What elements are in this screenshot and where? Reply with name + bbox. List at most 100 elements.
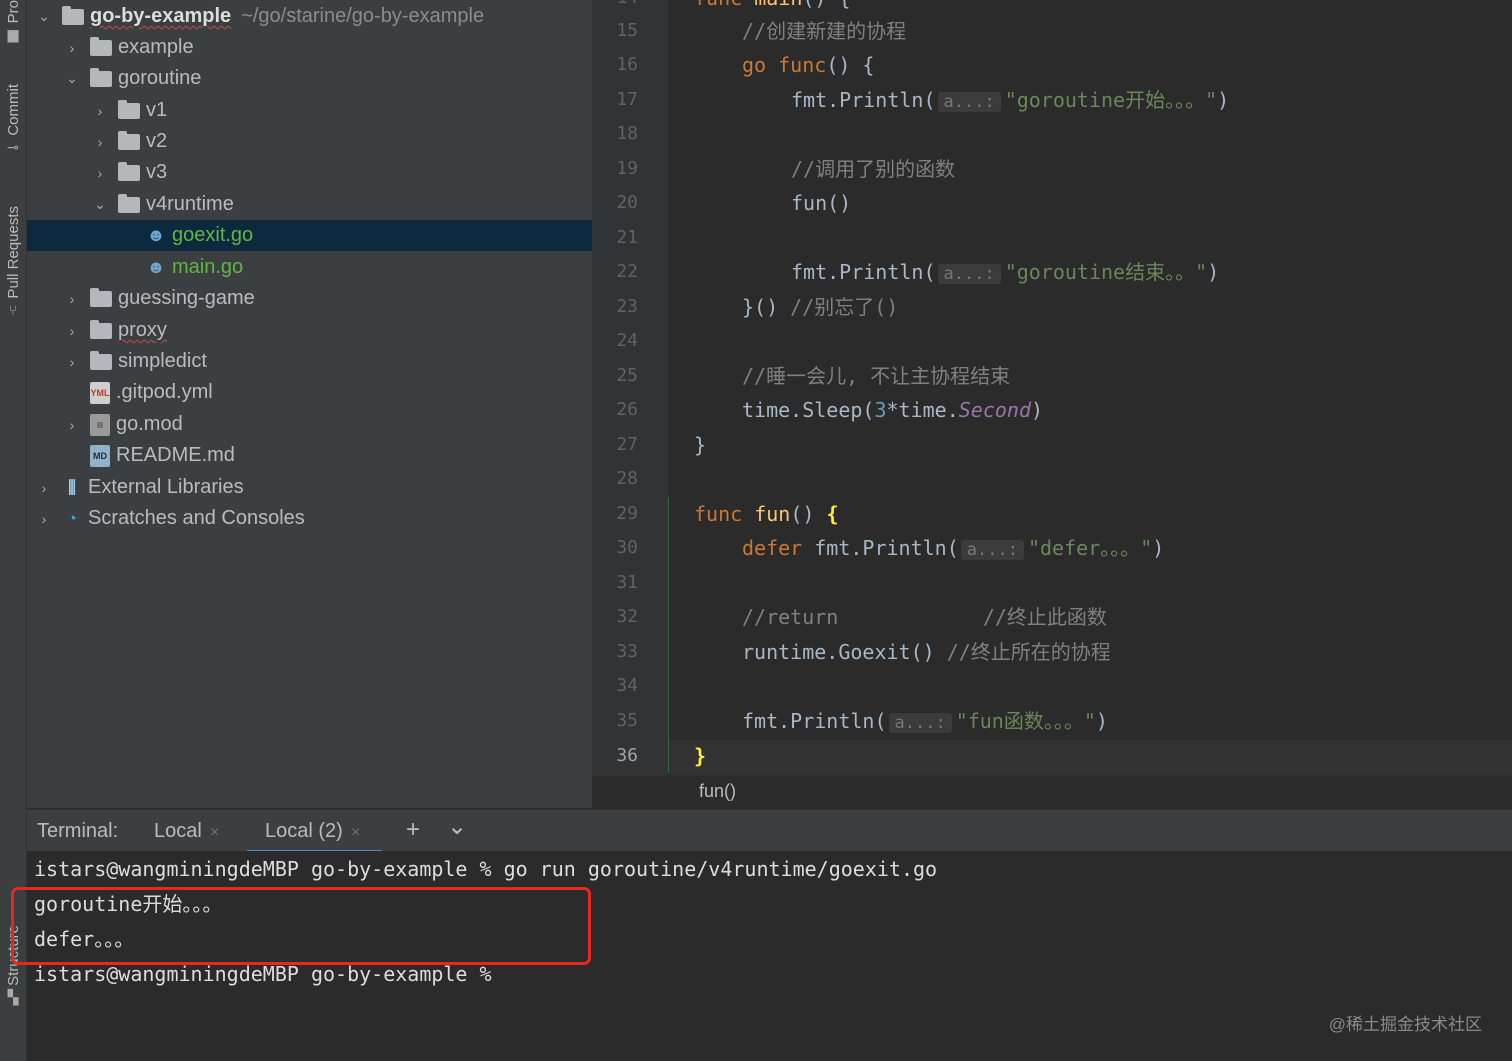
line-number: 14 xyxy=(592,0,638,15)
tree-item-v2[interactable]: › v2 xyxy=(27,126,657,157)
line-number: 23 xyxy=(616,296,638,317)
tree-item-v3[interactable]: › v3 xyxy=(27,157,657,188)
code-line-33: runtime.Goexit() //终止所在的协程 xyxy=(742,640,1111,664)
terminal-tab-local[interactable]: Local × xyxy=(154,820,219,843)
folder-icon xyxy=(118,193,140,213)
code-line-23: }() //别忘了() xyxy=(742,295,899,319)
go-gopher-icon: ☻ xyxy=(146,225,166,245)
code-line-22: fmt.Println(a...: "goroutine结束。。") xyxy=(791,260,1220,284)
tree-item-label: proxy xyxy=(118,319,167,341)
tree-item-go-mod[interactable]: › ≡ go.mod xyxy=(27,409,629,440)
commit-tool-tab[interactable]: Commit ⊸ xyxy=(0,84,26,160)
code-line-16: go func() { xyxy=(742,53,875,77)
folder-icon: ▆ xyxy=(7,27,19,44)
tree-item-example[interactable]: › example xyxy=(27,32,629,63)
folder-icon xyxy=(118,161,140,181)
line-number: 34 xyxy=(616,675,638,696)
line-number: 21 xyxy=(616,227,638,248)
chevron-right-icon[interactable]: › xyxy=(64,354,80,370)
line-number: 20 xyxy=(616,192,638,213)
close-icon[interactable]: × xyxy=(351,824,360,841)
chevron-down-icon[interactable]: ⌄ xyxy=(64,70,80,87)
chevron-down-icon[interactable]: ⌄ xyxy=(36,8,52,25)
tree-item-goroutine[interactable]: ⌄ goroutine xyxy=(27,63,629,94)
breadcrumb-item[interactable]: fun() xyxy=(699,781,736,802)
tree-item-label: goroutine xyxy=(118,67,202,89)
tree-item-scratches-and-consoles[interactable]: › ◔ Scratches and Consoles xyxy=(27,503,601,534)
code-line-14: func main() { xyxy=(694,0,851,15)
tree-item-proxy[interactable]: › proxy xyxy=(27,315,629,346)
tree-item-label: v2 xyxy=(146,130,168,152)
pull-requests-tab-label: Pull Requests xyxy=(4,206,22,299)
chevron-right-icon[interactable]: › xyxy=(64,40,80,56)
code-editor[interactable]: func main() { //创建新建的协程 go func() { fmt.… xyxy=(668,0,1512,775)
tree-root-go-by-example[interactable]: ⌄ go-by-example ~/go/starine/go-by-examp… xyxy=(27,1,601,32)
code-line-35: fmt.Println(a...: "fun函数。。。") xyxy=(742,709,1108,733)
chevron-down-icon[interactable]: ⌄ xyxy=(92,196,108,213)
tree-item-v4runtime[interactable]: ⌄ v4runtime xyxy=(27,189,657,220)
commit-tab-label: Commit xyxy=(4,84,22,136)
tree-item-label: simpledict xyxy=(118,350,207,372)
module-file-icon: ≡ xyxy=(90,413,110,436)
code-line-26: time.Sleep(3*time.Second) xyxy=(742,398,1044,422)
line-number: 25 xyxy=(616,365,638,386)
line-number: 15 xyxy=(616,20,638,41)
library-icon: ⫼ xyxy=(68,477,76,497)
tree-item-main-go[interactable]: ☻ main.go xyxy=(27,252,685,283)
pull-requests-tool-tab[interactable]: Pull Requests ⑂ xyxy=(0,206,26,323)
tree-item-v1[interactable]: › v1 xyxy=(27,95,657,126)
line-number: 28 xyxy=(616,468,638,489)
parameter-hint: a...: xyxy=(937,92,1001,112)
chevron-right-icon[interactable]: › xyxy=(36,511,52,527)
tree-item-readme-md[interactable]: MD README.md xyxy=(27,440,629,471)
scratches-icon: ◔ xyxy=(66,508,78,528)
chevron-right-icon[interactable]: › xyxy=(64,291,80,307)
tree-item-label: guessing-game xyxy=(118,287,255,309)
markdown-file-icon: MD xyxy=(90,444,110,467)
tree-item-label: example xyxy=(118,36,194,58)
go-gopher-icon: ☻ xyxy=(146,257,166,277)
close-icon[interactable]: × xyxy=(210,824,219,841)
tree-item-goexit-go[interactable]: ☻ goexit.go xyxy=(27,220,685,251)
line-number: 35 xyxy=(616,710,638,731)
commit-icon: ⊸ xyxy=(7,139,19,156)
line-number: 30 xyxy=(616,537,638,558)
tree-item-gitpod-yml[interactable]: YML .gitpod.yml xyxy=(27,377,629,408)
editor-gutter: 14 15 16 17 18 19 20 21 22 23 24 25 26 2… xyxy=(592,0,691,775)
watermark: @稀土掘金技术社区 xyxy=(1328,1015,1482,1034)
tree-item-external-libraries[interactable]: › ⫼ External Libraries xyxy=(27,472,601,503)
chevron-down-icon[interactable]: ⌄ xyxy=(447,812,467,841)
line-number: 18 xyxy=(616,123,638,144)
add-terminal-icon[interactable]: + xyxy=(406,816,420,844)
code-line-25: //睡一会儿, 不让主协程结束 xyxy=(742,364,1011,388)
scope-guide-line xyxy=(668,497,669,773)
code-line-17: fmt.Println(a...: "goroutine开始。。。") xyxy=(791,88,1230,112)
tree-item-label: External Libraries xyxy=(88,476,244,498)
tree-item-guessing-game[interactable]: › guessing-game xyxy=(27,283,629,314)
line-number: 29 xyxy=(616,503,638,524)
chevron-right-icon[interactable]: › xyxy=(92,165,108,181)
tree-item-label: v1 xyxy=(146,99,168,121)
chevron-right-icon[interactable]: › xyxy=(92,103,108,119)
project-tool-tab[interactable]: Pro ▆ xyxy=(0,0,26,47)
code-line-20: fun() xyxy=(791,191,852,215)
line-number: 32 xyxy=(616,606,638,627)
terminal-tab-local-2[interactable]: Local (2) × xyxy=(246,820,383,854)
tree-item-label: goexit.go xyxy=(172,224,254,246)
highlight-annotation-box xyxy=(11,887,591,965)
line-number: 24 xyxy=(616,330,638,351)
parameter-hint: a...: xyxy=(888,713,952,733)
folder-icon xyxy=(90,319,112,339)
parameter-hint: a...: xyxy=(937,264,1001,284)
line-number: 31 xyxy=(616,572,638,593)
chevron-right-icon[interactable]: › xyxy=(36,480,52,496)
tree-item-simpledict[interactable]: › simpledict xyxy=(27,346,629,377)
chevron-right-icon[interactable]: › xyxy=(92,134,108,150)
folder-icon xyxy=(90,36,112,56)
tree-item-label: v4runtime xyxy=(146,193,234,215)
tab-label: Local xyxy=(154,820,202,842)
yml-file-icon: YML xyxy=(90,381,110,404)
chevron-right-icon[interactable]: › xyxy=(64,323,80,339)
tree-item-label: main.go xyxy=(172,256,244,278)
chevron-right-icon[interactable]: › xyxy=(64,417,80,433)
